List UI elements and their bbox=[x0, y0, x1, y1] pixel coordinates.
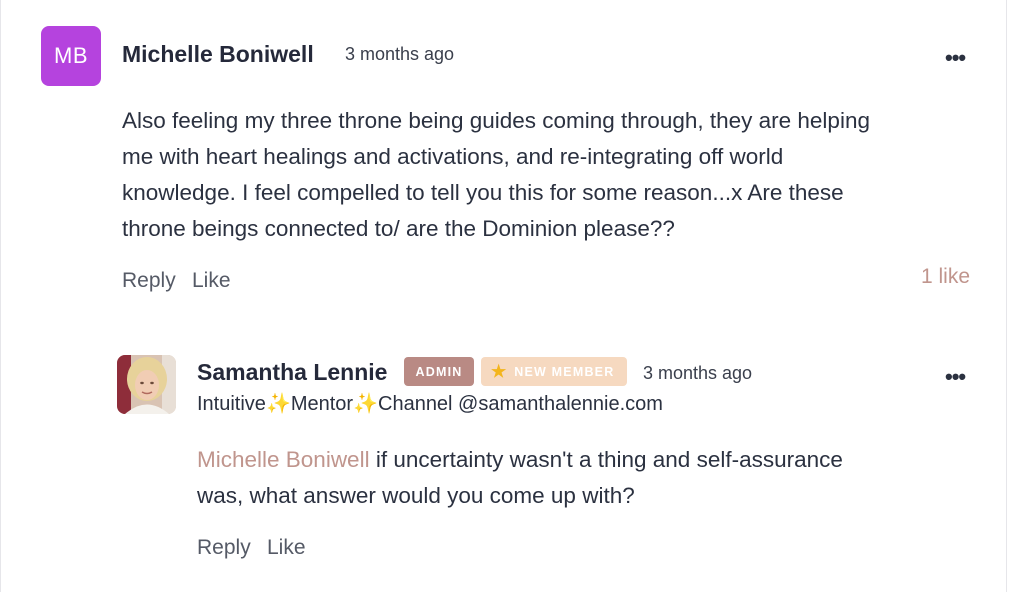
like-button[interactable]: Like bbox=[192, 269, 231, 293]
like-button[interactable]: Like bbox=[267, 536, 306, 560]
like-count[interactable]: 1 like bbox=[921, 265, 970, 289]
reply-timestamp[interactable]: 3 months ago bbox=[643, 363, 752, 384]
comment-line: Also feeling my three throne being guide… bbox=[122, 108, 870, 133]
admin-badge: ADMIN bbox=[404, 357, 474, 386]
reply-button[interactable]: Reply bbox=[122, 269, 176, 293]
reply-line: Michelle Boniwell if uncertainty wasn't … bbox=[197, 442, 843, 478]
comment-thread: MB Michelle Boniwell 3 months ago ••• Al… bbox=[0, 0, 1007, 592]
avatar-initials: MB bbox=[54, 43, 88, 68]
comment-timestamp[interactable]: 3 months ago bbox=[345, 44, 454, 65]
comment-line: me with heart healings and activations, … bbox=[122, 144, 784, 169]
reply-body: Michelle Boniwell if uncertainty wasn't … bbox=[197, 442, 843, 514]
bio-text: Mentor bbox=[290, 393, 354, 415]
new-member-badge: ★ NEW MEMBER bbox=[481, 357, 627, 386]
comment-line: throne beings connected to/ are the Domi… bbox=[122, 216, 675, 241]
admin-badge-label: ADMIN bbox=[415, 364, 463, 379]
more-options-icon[interactable]: ••• bbox=[945, 45, 966, 71]
bio-text: Intuitive bbox=[197, 393, 266, 415]
comment-body: Also feeling my three throne being guide… bbox=[122, 103, 870, 247]
author-bio: Intuitive✨Mentor✨Channel @samanthalennie… bbox=[197, 391, 663, 416]
avatar[interactable] bbox=[117, 355, 176, 414]
bio-text: Channel @samanthalennie.com bbox=[378, 393, 663, 415]
reply-line-text: if uncertainty wasn't a thing and self-a… bbox=[369, 447, 843, 472]
new-member-badge-label: NEW MEMBER bbox=[514, 364, 615, 379]
comment-line: knowledge. I feel compelled to tell you … bbox=[122, 180, 844, 205]
mention-link[interactable]: Michelle Boniwell bbox=[197, 447, 370, 472]
sparkle-icon: ✨ bbox=[265, 393, 291, 415]
star-icon: ★ bbox=[491, 361, 507, 381]
comment-author[interactable]: Michelle Boniwell bbox=[122, 41, 314, 68]
profile-photo bbox=[117, 355, 176, 414]
reply-line: was, what answer would you come up with? bbox=[197, 483, 635, 508]
more-options-icon[interactable]: ••• bbox=[945, 364, 966, 390]
avatar[interactable]: MB bbox=[41, 26, 101, 86]
reply-button[interactable]: Reply bbox=[197, 536, 251, 560]
sparkle-icon: ✨ bbox=[353, 393, 378, 415]
reply-author[interactable]: Samantha Lennie bbox=[197, 359, 387, 386]
